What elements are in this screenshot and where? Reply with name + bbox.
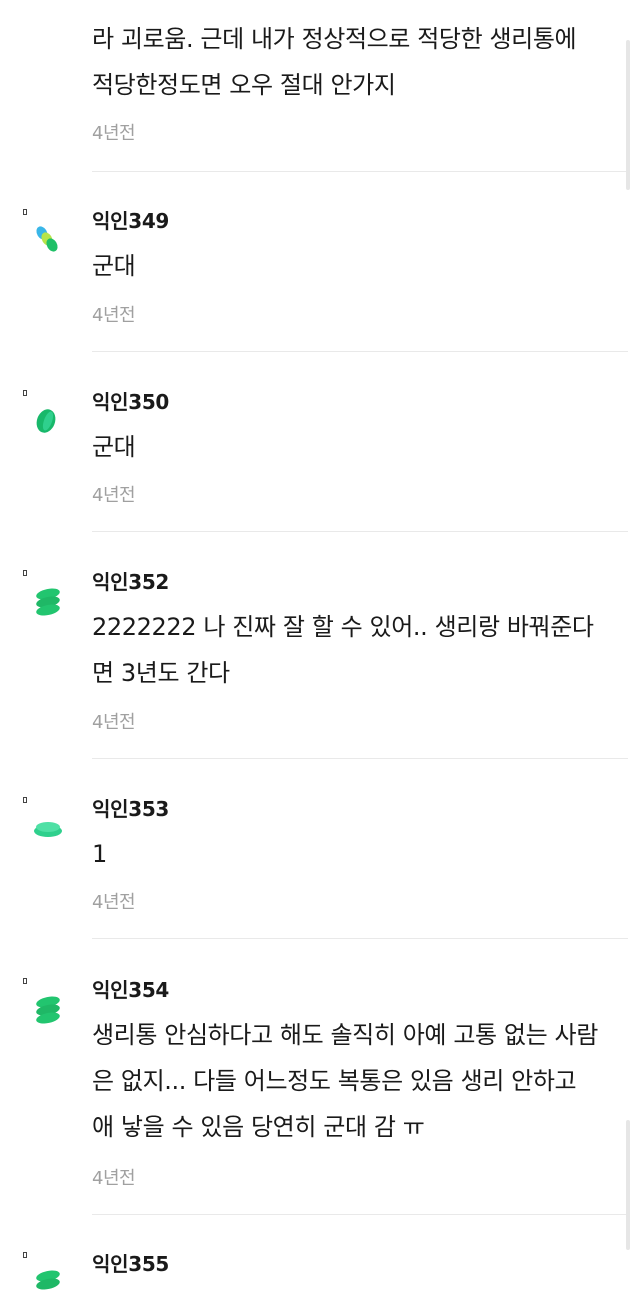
comment-divider [92,758,628,759]
avatar-icon [36,996,60,1024]
comment-text-line: 2222222 나 진짜 잘 할 수 있어.. 생리랑 바꿔준다 [92,613,594,641]
comment-time: 4년전 [92,1168,136,1189]
comment-author[interactable]: 익인353 [92,797,169,821]
comment-divider [92,351,628,352]
marker-icon [23,797,27,803]
marker-icon [23,570,27,576]
avatar[interactable] [32,811,64,845]
avatar-icon [36,409,56,433]
marker-icon [23,209,27,215]
comment-text-line: 군대 [92,433,136,461]
comment-text-line: 군대 [92,252,136,280]
comment-feed: 라 괴로움. 근데 내가 정상적으로 적당한 생리통에 적당한정도면 오우 절대… [0,0,640,1290]
comment-divider [92,938,628,939]
comment-divider [92,1214,628,1215]
comment-text: 생리통 안심하다고 해도 솔직히 아예 고통 없는 사람 은 없지... 다들 … [92,1012,624,1150]
marker-icon [23,978,27,984]
marker-icon [23,1252,27,1258]
comment-author[interactable]: 익인350 [92,390,169,414]
comment-time: 4년전 [92,892,136,913]
avatar-icon [36,1270,60,1290]
comment-time: 4년전 [92,712,136,733]
comment-time: 4년전 [92,485,136,506]
comment-text-line: 은 없지... 다들 어느정도 복통은 있음 생리 안하고 [92,1067,577,1095]
comment-text-line: 면 3년도 간다 [92,659,230,687]
comment-text-line: 적당한정도면 오우 절대 안가지 [92,71,396,99]
avatar[interactable] [32,223,64,257]
comment-text-line: 라 괴로움. 근데 내가 정상적으로 적당한 생리통에 [92,25,577,53]
comment-text: 군대 [92,424,624,470]
comment-text: 2222222 나 진짜 잘 할 수 있어.. 생리랑 바꿔준다 면 3년도 간… [92,604,624,696]
avatar-icon [34,822,62,837]
comment-text-line: 생리통 안심하다고 해도 솔직히 아예 고통 없는 사람 [92,1021,598,1049]
comment-author[interactable]: 익인349 [92,209,169,233]
comment-text-line: 애 낳을 수 있음 당연히 군대 감 ㅠ [92,1113,425,1141]
comment-text: 군대 [92,243,624,289]
avatar[interactable] [32,404,64,438]
avatar-icon [36,226,58,252]
comment-text-line: 1 [92,840,107,868]
comment-author[interactable]: 익인354 [92,978,169,1002]
comment-divider [92,531,628,532]
marker-icon [23,390,27,396]
comment-author[interactable]: 익인355 [92,1252,169,1276]
avatar[interactable] [32,992,64,1026]
scrollbar-track[interactable] [626,1120,630,1250]
scrollbar-track[interactable] [626,40,630,190]
comment-divider [92,171,628,172]
avatar[interactable] [32,584,64,618]
comment-author[interactable]: 익인352 [92,570,169,594]
comment-time: 4년전 [92,305,136,326]
avatar[interactable] [32,1266,64,1300]
comment-text: 1 [92,831,624,877]
avatar-icon [36,588,60,616]
comment-time: 4년전 [92,123,136,144]
